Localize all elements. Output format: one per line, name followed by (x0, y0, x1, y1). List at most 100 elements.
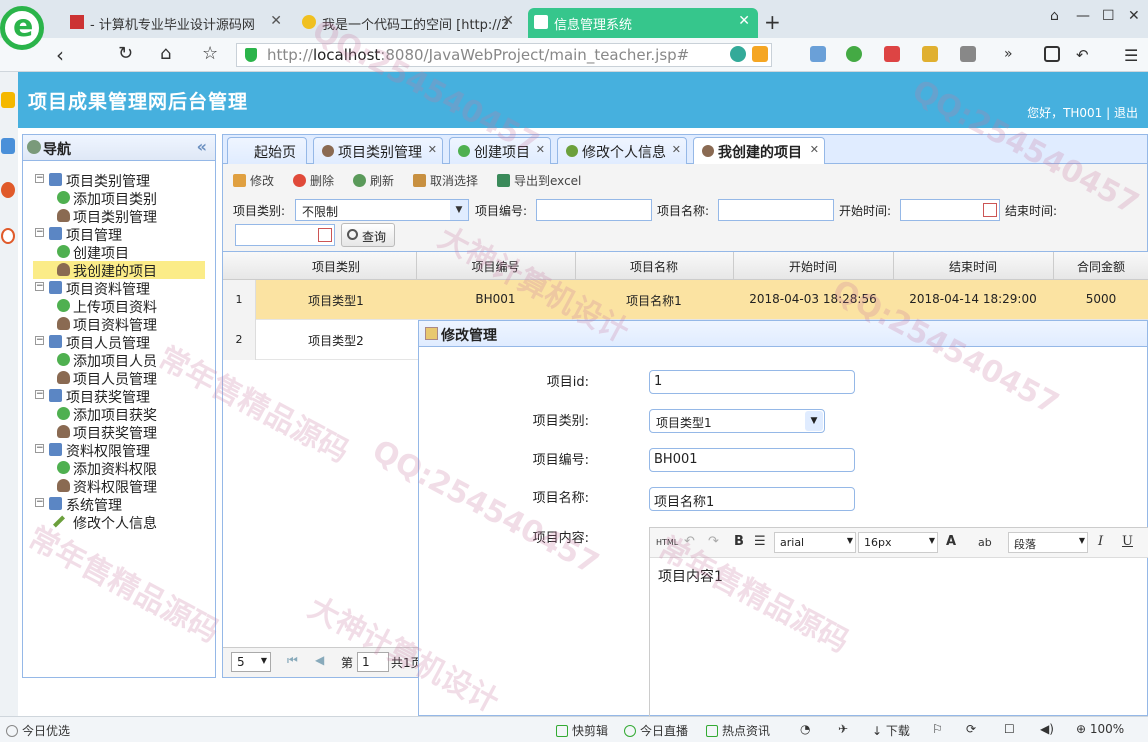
chevron-down-icon[interactable]: ▼ (450, 200, 468, 220)
nav-tree-item[interactable]: 项目人员管理 (23, 369, 203, 388)
editor-content[interactable]: 项目内容1 (650, 558, 1148, 594)
status-icon[interactable]: ☐ (1004, 722, 1015, 736)
prev-page-icon[interactable]: ◀ (315, 653, 324, 667)
calendar-icon[interactable] (983, 203, 997, 217)
status-icon[interactable]: ⟳ (966, 722, 976, 736)
id-field[interactable]: 1 (649, 370, 855, 394)
bold-button[interactable]: B (734, 534, 744, 549)
content-tab[interactable]: 创建项目 ✕ (449, 137, 551, 164)
nav-tree-item[interactable]: 项目资料管理 (23, 315, 203, 334)
hot-news-link[interactable]: 热点资讯 (706, 722, 770, 739)
quick-edit-link[interactable]: 快剪辑 (556, 722, 608, 739)
browser-tab[interactable]: 我是一个代码工的空间 [http://2 ✕ (296, 8, 522, 38)
extension-icon[interactable] (810, 46, 826, 62)
delete-button[interactable]: 删除 (293, 172, 334, 189)
news-icon[interactable] (1, 138, 15, 154)
first-page-icon[interactable]: ⏮ (287, 653, 298, 668)
font-size-select[interactable]: 16px ▼ (858, 532, 938, 553)
start-time-filter-input[interactable] (900, 199, 1000, 221)
chevron-down-icon[interactable]: ▼ (805, 411, 823, 431)
column-header[interactable]: 项目类别 (256, 258, 416, 275)
search-button[interactable]: 查询 (341, 223, 395, 247)
nav-tree-item[interactable]: − 项目类别管理 (23, 171, 203, 190)
nav-tree-item[interactable]: 添加项目获奖 (23, 405, 203, 424)
nav-tree-item[interactable]: − 项目获奖管理 (23, 387, 203, 406)
user-info[interactable]: 您好，TH001 | 退出 (1027, 104, 1138, 121)
column-header[interactable]: 项目名称 (575, 258, 733, 275)
column-header[interactable]: 开始时间 (733, 258, 893, 275)
nav-tree-item[interactable]: 我创建的项目 (33, 261, 205, 280)
nav-tree-item[interactable]: 添加项目类别 (23, 189, 203, 208)
close-window-icon[interactable]: ✕ (1128, 8, 1140, 24)
column-divider[interactable] (893, 252, 894, 280)
accelerate-icon[interactable] (730, 46, 746, 62)
tree-toggle-icon[interactable]: − (35, 336, 44, 345)
nav-tree-item[interactable]: 项目获奖管理 (23, 423, 203, 442)
close-tab-icon[interactable]: ✕ (270, 13, 282, 29)
column-header[interactable]: 项目编号 (416, 258, 575, 275)
html-source-button[interactable]: HTML (656, 538, 678, 547)
zoom-control[interactable]: ⊕ 100% (1076, 722, 1124, 736)
undo-icon[interactable]: ↶ (684, 534, 695, 549)
tree-toggle-icon[interactable]: − (35, 444, 44, 453)
nav-tree-item[interactable]: 修改个人信息 (23, 513, 203, 532)
close-tab-icon[interactable]: ✕ (810, 143, 819, 156)
name-field[interactable]: 项目名称1 (649, 487, 855, 511)
sidebar-toggle-icon[interactable] (1044, 46, 1060, 62)
highlight-icon[interactable]: ab (978, 536, 992, 549)
redo-icon[interactable]: ↷ (708, 534, 719, 549)
collapse-icon[interactable]: « (197, 137, 207, 156)
category-filter-select[interactable]: 不限制 ▼ (295, 199, 469, 221)
close-tab-icon[interactable]: ✕ (672, 143, 681, 156)
status-icon[interactable]: ⚐ (932, 722, 943, 736)
column-divider[interactable] (1053, 252, 1054, 280)
italic-button[interactable]: I (1098, 534, 1103, 549)
back-icon[interactable]: ‹ (56, 43, 64, 67)
url-input[interactable]: http://localhost:8080/JavaWebProject/mai… (236, 43, 772, 67)
column-divider[interactable] (575, 252, 576, 280)
nav-tree-item[interactable]: − 系统管理 (23, 495, 203, 514)
extension-icon[interactable] (846, 46, 862, 62)
maximize-icon[interactable]: ☐ (1102, 8, 1115, 24)
more-extensions-icon[interactable]: » (1004, 46, 1020, 62)
close-tab-icon[interactable]: ✕ (428, 143, 437, 156)
nav-tree-item[interactable]: − 项目人员管理 (23, 333, 203, 352)
tree-toggle-icon[interactable]: − (35, 282, 44, 291)
skin-icon[interactable]: ⌂ (1050, 8, 1059, 24)
align-icon[interactable]: ☰ (754, 534, 766, 549)
end-time-filter-input[interactable] (235, 224, 335, 246)
daily-picks-link[interactable]: 今日优选 (6, 722, 70, 739)
browser-tab[interactable]: - 计算机专业毕业设计源码网 ✕ (64, 8, 290, 38)
close-tab-icon[interactable]: ✕ (502, 13, 514, 29)
edit-button[interactable]: 修改 (233, 172, 274, 189)
nav-tree-item[interactable]: − 项目管理 (23, 225, 203, 244)
home-icon[interactable]: ⌂ (160, 43, 171, 64)
calendar-icon[interactable] (318, 228, 332, 242)
nav-tree-item[interactable]: − 资料权限管理 (23, 441, 203, 460)
tree-toggle-icon[interactable]: − (35, 498, 44, 507)
page-number-input[interactable]: 1 (357, 652, 389, 672)
nav-tree-item[interactable]: 项目类别管理 (23, 207, 203, 226)
number-filter-input[interactable] (536, 199, 652, 221)
refresh-button[interactable]: 刷新 (353, 172, 394, 189)
browser-tab-active[interactable]: 信息管理系统 ✕ (528, 8, 758, 38)
favorite-star-icon[interactable]: ☆ (202, 43, 218, 64)
volume-icon[interactable]: ◀) (1040, 722, 1054, 736)
nav-tree-item[interactable]: 添加项目人员 (23, 351, 203, 370)
nav-tree-item[interactable]: − 项目资料管理 (23, 279, 203, 298)
extension-icon[interactable] (960, 46, 976, 62)
column-divider[interactable] (733, 252, 734, 280)
undo-icon[interactable]: ↶ (1076, 46, 1092, 64)
column-header[interactable]: 合同金额 (1053, 258, 1148, 275)
underline-button[interactable]: U (1122, 534, 1133, 549)
content-tab[interactable]: 起始页 (227, 137, 307, 164)
live-link[interactable]: 今日直播 (624, 722, 688, 739)
table-row[interactable]: 1 项目类型1 BH001 项目名称1 2018-04-03 18:28:56 2018-… (223, 280, 1148, 320)
menu-icon[interactable]: ☰ (1124, 46, 1140, 65)
favorites-icon[interactable] (1, 92, 15, 108)
new-tab-icon[interactable]: + (764, 10, 781, 34)
tree-toggle-icon[interactable]: − (35, 228, 44, 237)
status-icon[interactable]: ◔ (800, 722, 810, 736)
close-tab-icon[interactable]: ✕ (738, 13, 750, 29)
export-excel-button[interactable]: 导出到excel (497, 172, 581, 189)
